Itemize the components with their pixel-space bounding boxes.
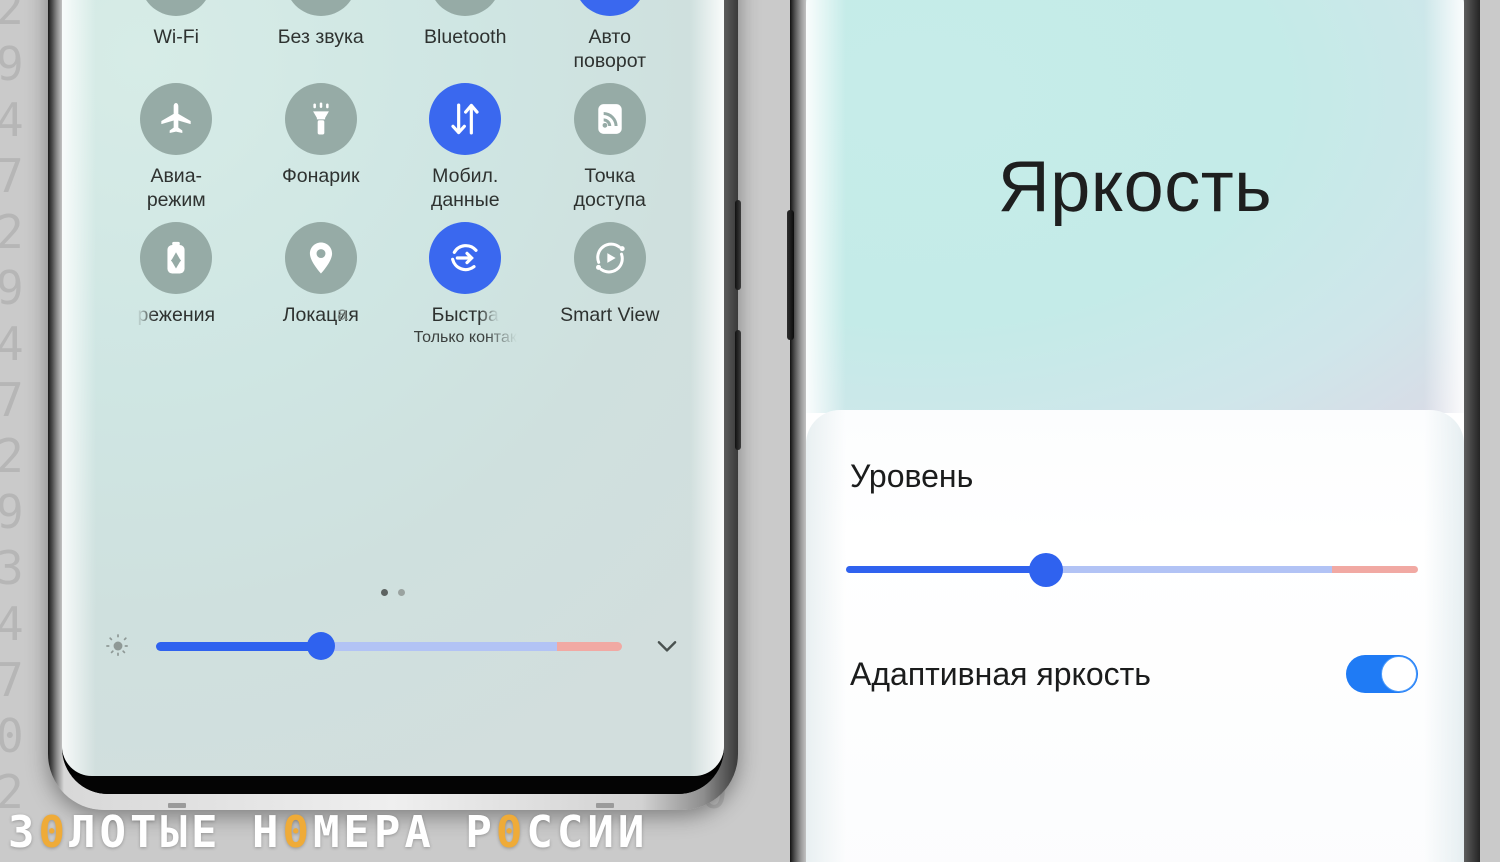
watermark-part: ЛОТЫЕ Н xyxy=(69,807,283,858)
tile-wifi[interactable]: Wi-Fi xyxy=(104,0,249,73)
brightness-sun-icon xyxy=(98,633,138,659)
tile-label: Быстра xyxy=(431,304,499,326)
auto-rotate-icon xyxy=(573,0,646,16)
wifi-icon xyxy=(140,0,213,16)
tile-label: Точка доступа xyxy=(573,165,646,211)
mobile-data-icon xyxy=(429,83,502,155)
tile-mute[interactable]: Без звука xyxy=(249,0,394,73)
tile-location[interactable]: Локация xyxy=(249,222,394,347)
tile-quick-share[interactable]: а Быстра Только контак xyxy=(337,222,538,347)
bluetooth-icon xyxy=(429,0,502,16)
tile-label: Авиа- режим xyxy=(146,165,206,211)
tile-mobile-data[interactable]: Мобил. данные xyxy=(393,83,538,212)
tile-sublabel: Только контак xyxy=(413,329,517,346)
quick-share-icon xyxy=(429,222,502,294)
tile-label: Фонарик xyxy=(281,165,360,187)
tile-bluetooth[interactable]: Bluetooth xyxy=(393,0,538,73)
tile-label: Wi-Fi xyxy=(153,26,199,48)
tile-ghost-label: а xyxy=(337,303,348,325)
adaptive-brightness-toggle[interactable] xyxy=(1346,655,1418,693)
toggle-knob xyxy=(1381,656,1417,692)
brightness-slider[interactable] xyxy=(156,632,622,660)
adaptive-brightness-row[interactable]: Адаптивная яркость xyxy=(850,655,1418,693)
brightness-slider-row xyxy=(98,631,688,661)
brightness-slider-handle[interactable] xyxy=(307,632,336,660)
watermark-part-gold: 0 xyxy=(495,807,527,858)
quick-settings-panel: 1 SIM 1 Beeline 2 SIM 2 Beeline xyxy=(62,0,724,776)
page-dot-active[interactable] xyxy=(381,589,388,596)
left-phone-screen: 1 SIM 1 Beeline 2 SIM 2 Beeline xyxy=(62,0,724,794)
tile-label: Авто поворот xyxy=(573,26,647,72)
tile-flashlight[interactable]: Фонарик xyxy=(249,83,394,212)
right-phone-screen: Яркость Уровень Адаптивная яркость xyxy=(806,0,1464,862)
mute-icon xyxy=(284,0,357,16)
tile-power-saving[interactable]: режения xyxy=(104,222,249,347)
screenshot-root: 2 9 4 7 2 9 4 7 2 9 3 4 7 0 2 7 3 6 2 7 … xyxy=(0,0,1500,862)
location-icon xyxy=(284,222,357,294)
power-saving-icon xyxy=(140,222,213,294)
page-title: Яркость xyxy=(997,147,1273,227)
tile-hotspot[interactable]: Точка доступа xyxy=(538,83,683,212)
watermark-part: ССИИ xyxy=(526,807,649,858)
right-phone-side-button[interactable] xyxy=(787,210,794,340)
bg-digit-column: 2 9 4 7 2 9 4 7 2 9 3 4 7 0 2 xyxy=(0,0,34,819)
tile-label: Bluetooth xyxy=(424,26,507,48)
tile-label: Мобил. данные xyxy=(430,165,500,211)
watermark-part-gold: 0 xyxy=(38,807,69,858)
tile-label: Без звука xyxy=(277,26,364,48)
left-phone-device: 1 SIM 1 Beeline 2 SIM 2 Beeline xyxy=(48,0,741,810)
level-label: Уровень xyxy=(850,458,974,494)
tile-label: Smart View xyxy=(560,304,660,326)
tile-label: режения xyxy=(137,304,216,326)
airplane-icon xyxy=(140,83,213,155)
tile-airplane-mode[interactable]: Авиа- режим xyxy=(104,83,249,212)
watermark-part: МЕРА Р xyxy=(312,807,496,858)
level-slider-handle[interactable] xyxy=(1029,552,1064,587)
tile-auto-rotate[interactable]: Авто поворот xyxy=(538,0,683,73)
smart-view-icon xyxy=(573,222,646,294)
watermark-part: З xyxy=(8,807,39,858)
quick-settings-tile-grid: Wi-Fi Без звука Bluetooth Авто поворот А… xyxy=(104,0,682,347)
page-dot[interactable] xyxy=(398,589,405,596)
left-phone-screen-chin xyxy=(62,776,724,794)
left-phone-power-button[interactable] xyxy=(735,330,741,450)
page-indicator xyxy=(62,589,724,596)
watermark-part-gold: 0 xyxy=(282,807,313,858)
tile-smart-view[interactable]: Smart View xyxy=(538,222,683,347)
chevron-down-icon[interactable] xyxy=(646,631,688,661)
right-phone-device: Яркость Уровень Адаптивная яркость xyxy=(787,0,1480,862)
level-slider[interactable] xyxy=(846,552,1418,587)
brightness-settings-sheet: Уровень Адаптивная яркость xyxy=(806,410,1464,862)
flashlight-icon xyxy=(284,83,357,155)
adaptive-brightness-label: Адаптивная яркость xyxy=(850,655,1151,692)
hotspot-icon xyxy=(573,83,646,155)
left-phone-volume-button[interactable] xyxy=(735,200,741,290)
brightness-hero-area: Яркость xyxy=(806,0,1464,413)
watermark: З0ЛОТЫЕ Н0МЕРА Р0ССИИ xyxy=(8,807,648,858)
